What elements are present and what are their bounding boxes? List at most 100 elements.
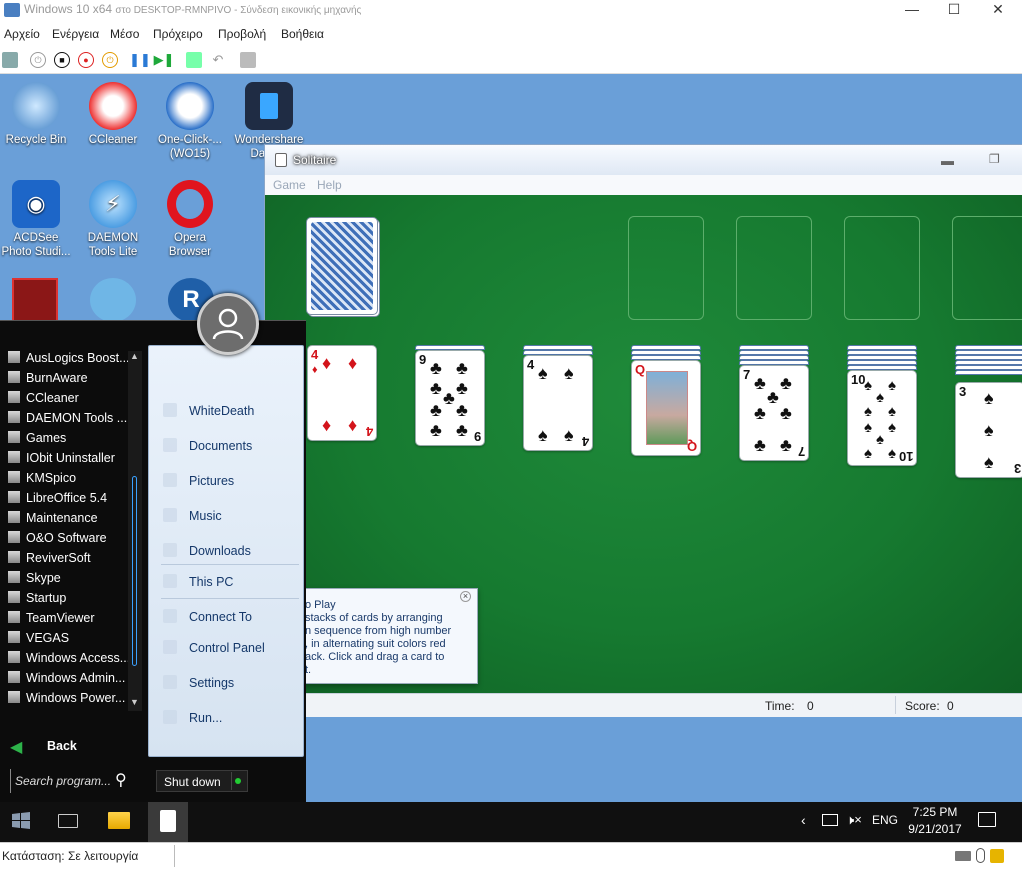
- search-placeholder: Search program...: [15, 774, 112, 788]
- desktop-icon-recycle-bin[interactable]: Recycle Bin: [0, 82, 72, 147]
- right-item-pictures[interactable]: Pictures: [189, 474, 234, 488]
- foundation-slot[interactable]: [628, 216, 704, 320]
- scroll-up-icon[interactable]: ▲: [130, 351, 139, 361]
- menu-game[interactable]: Game: [273, 178, 306, 192]
- foundation-slot[interactable]: [844, 216, 920, 320]
- save-state-icon[interactable]: ⏻: [102, 52, 118, 68]
- task-view-icon[interactable]: [58, 814, 78, 828]
- desktop-icon-opera[interactable]: Opera Browser: [154, 180, 226, 259]
- photo-app-icon[interactable]: [90, 278, 136, 322]
- right-item-control-panel[interactable]: Control Panel: [189, 641, 265, 655]
- score-label: Score:: [905, 699, 940, 713]
- tableau-card[interactable]: 3 ♠ ♠ ♠ 3: [955, 382, 1022, 478]
- language-indicator[interactable]: ENG: [872, 813, 898, 827]
- program-folder-item[interactable]: ReviverSoft: [8, 551, 128, 571]
- spade-icon: ♠: [984, 388, 994, 408]
- right-item-user[interactable]: WhiteDeath: [189, 404, 254, 418]
- right-item-music[interactable]: Music: [189, 509, 222, 523]
- right-item-this-pc[interactable]: This PC: [189, 575, 233, 589]
- menu-view[interactable]: Προβολή: [218, 27, 266, 41]
- volume-muted-icon[interactable]: 🕨×: [846, 812, 862, 828]
- turn-off-icon[interactable]: ■: [54, 52, 70, 68]
- maximize-icon[interactable]: ☐: [931, 0, 977, 22]
- menu-file[interactable]: Αρχείο: [4, 27, 40, 41]
- program-folder-item[interactable]: LibreOffice 5.4: [8, 491, 128, 511]
- tableau-card[interactable]: 4 ♦ ♦ ♦ ♦ ♦ 4: [307, 345, 377, 441]
- scroll-down-icon[interactable]: ▼: [130, 697, 139, 707]
- taskbar-solitaire-button[interactable]: [148, 802, 188, 842]
- menu-media[interactable]: Μέσο: [110, 27, 139, 41]
- show-hidden-icons-icon[interactable]: ‹: [801, 812, 806, 828]
- solitaire-minimize-icon[interactable]: ▬: [941, 153, 954, 168]
- solitaire-restore-icon[interactable]: ❐: [989, 152, 1000, 166]
- program-folder-item[interactable]: TeamViewer: [8, 611, 128, 631]
- ccleaner-icon: [89, 82, 137, 130]
- right-item-connect-to[interactable]: Connect To: [189, 610, 252, 624]
- shutdown-options-icon[interactable]: [235, 778, 241, 784]
- acrobat-icon[interactable]: [12, 278, 58, 322]
- tableau-card[interactable]: 7 ♣ ♣ ♣ ♣ ♣ ♣ ♣ 7: [739, 365, 809, 461]
- program-label: Windows Access...: [26, 651, 128, 665]
- enhanced-session-icon[interactable]: [240, 52, 256, 68]
- tableau-card[interactable]: Q Q: [631, 360, 701, 456]
- foundation-slot[interactable]: [952, 216, 1022, 320]
- folder-icon: [8, 631, 20, 643]
- ctrl-alt-del-icon[interactable]: [2, 52, 18, 68]
- back-arrow-icon[interactable]: ◀: [10, 737, 22, 757]
- program-folder-item[interactable]: VEGAS: [8, 631, 128, 651]
- program-folder-item[interactable]: KMSpico: [8, 471, 128, 491]
- menu-clipboard[interactable]: Πρόχειρο: [153, 27, 203, 41]
- right-item-settings[interactable]: Settings: [189, 676, 234, 690]
- program-folder-item[interactable]: AusLogics Boost...: [8, 351, 128, 371]
- right-item-documents[interactable]: Documents: [189, 439, 252, 453]
- program-folder-item[interactable]: IObit Uninstaller: [8, 451, 128, 471]
- program-folder-item[interactable]: Skype: [8, 571, 128, 591]
- user-avatar[interactable]: [197, 293, 259, 355]
- desktop-icon-one-click[interactable]: One-Click-... (WO15): [154, 82, 226, 161]
- vm-toolbar: ⏻ ■ ● ⏻ ❚❚ ▶❚ ↶: [0, 46, 1022, 74]
- program-folder-item[interactable]: Startup: [8, 591, 128, 611]
- start-button[interactable]: [10, 810, 32, 832]
- clock[interactable]: 7:25 PM 9/21/2017: [900, 804, 970, 838]
- right-item-downloads[interactable]: Downloads: [189, 544, 251, 558]
- program-folder-item[interactable]: Maintenance: [8, 511, 128, 531]
- desktop-icon-daemon-tools[interactable]: ⚡ DAEMON Tools Lite: [77, 180, 149, 259]
- minimize-icon[interactable]: —: [889, 0, 935, 22]
- menu-help[interactable]: Βοήθεια: [281, 27, 324, 41]
- tableau-card[interactable]: 4 ♠ ♠ ♠ ♠ 4: [523, 355, 593, 451]
- scroll-thumb[interactable]: [132, 476, 137, 666]
- search-icon[interactable]: ⚲: [115, 770, 127, 790]
- program-list-scrollbar[interactable]: ▲ ▼: [128, 351, 142, 711]
- action-center-icon[interactable]: [978, 812, 996, 827]
- start-icon[interactable]: ⏻: [30, 52, 46, 68]
- program-folder-item[interactable]: Windows Admin...: [8, 671, 128, 691]
- network-icon[interactable]: [822, 814, 838, 826]
- stock-top-card[interactable]: [306, 217, 378, 315]
- program-folder-item[interactable]: O&O Software: [8, 531, 128, 551]
- desktop-icon-ccleaner[interactable]: CCleaner: [77, 82, 149, 147]
- shutdown-button[interactable]: Shut down: [156, 770, 248, 792]
- file-explorer-icon[interactable]: [108, 812, 130, 829]
- tableau-card[interactable]: 10 ♠ ♠ ♠ ♠ ♠ ♠ ♠ ♠ ♠ ♠ 10: [847, 370, 917, 466]
- program-search-field[interactable]: Search program... ⚲: [10, 769, 140, 793]
- daemon-tools-icon: ⚡: [89, 180, 137, 228]
- back-button[interactable]: Back: [47, 739, 77, 753]
- tableau-card[interactable]: 9 ♣ ♣ ♣ ♣ ♣ ♣ ♣ ♣ ♣ 9: [415, 350, 485, 446]
- program-folder-item[interactable]: Windows Access...: [8, 651, 128, 671]
- revert-icon[interactable]: ↶: [210, 52, 226, 68]
- program-folder-item[interactable]: Windows Power...: [8, 691, 128, 711]
- desktop-icon-acdsee[interactable]: ◉ ACDSee Photo Studi...: [0, 180, 72, 259]
- right-item-run[interactable]: Run...: [189, 711, 222, 725]
- checkpoint-icon[interactable]: [186, 52, 202, 68]
- menu-help-solitaire[interactable]: Help: [317, 178, 342, 192]
- foundation-slot[interactable]: [736, 216, 812, 320]
- menu-action[interactable]: Ενέργεια: [52, 27, 99, 41]
- resume-icon[interactable]: ▶❚: [154, 52, 175, 68]
- program-folder-item[interactable]: BurnAware: [8, 371, 128, 391]
- program-folder-item[interactable]: CCleaner: [8, 391, 128, 411]
- shut-down-icon[interactable]: ●: [78, 52, 94, 68]
- close-icon[interactable]: ✕: [975, 0, 1021, 22]
- pause-icon[interactable]: ❚❚: [129, 52, 151, 68]
- program-folder-item[interactable]: DAEMON Tools ...: [8, 411, 128, 431]
- program-folder-item[interactable]: Games: [8, 431, 128, 451]
